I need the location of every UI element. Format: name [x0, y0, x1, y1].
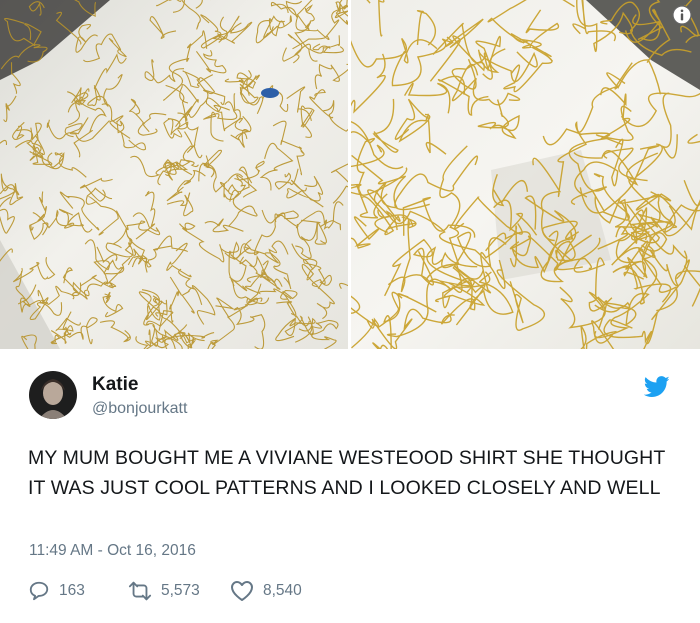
- like-count: 8,540: [263, 582, 302, 599]
- twitter-bird-icon[interactable]: [644, 376, 670, 398]
- heart-icon: [231, 581, 253, 601]
- author-handle[interactable]: @bonjourkatt: [92, 400, 187, 418]
- info-icon[interactable]: [672, 5, 692, 25]
- retweet-icon: [128, 581, 152, 601]
- like-button[interactable]: 8,540: [230, 579, 302, 603]
- tweet-text: MY MUM BOUGHT ME A VIVIANE WESTEOOD SHIR…: [28, 447, 665, 499]
- reply-icon: [29, 581, 49, 601]
- photo-grid: [0, 0, 700, 349]
- shirt-photo-left[interactable]: [0, 0, 348, 349]
- reply-count: 163: [59, 582, 85, 599]
- author-name[interactable]: Katie: [92, 374, 138, 396]
- tweet-timestamp[interactable]: 11:49 AM - Oct 16, 2016: [29, 542, 196, 560]
- avatar[interactable]: [29, 371, 77, 419]
- retweet-button[interactable]: 5,573: [128, 579, 200, 603]
- retweet-count: 5,573: [161, 582, 200, 599]
- shirt-photo-right[interactable]: [351, 0, 700, 349]
- reply-button[interactable]: 163: [28, 579, 85, 603]
- tweet-card: Katie @bonjourkatt MY MUM BOUGHT ME A VI…: [0, 349, 700, 623]
